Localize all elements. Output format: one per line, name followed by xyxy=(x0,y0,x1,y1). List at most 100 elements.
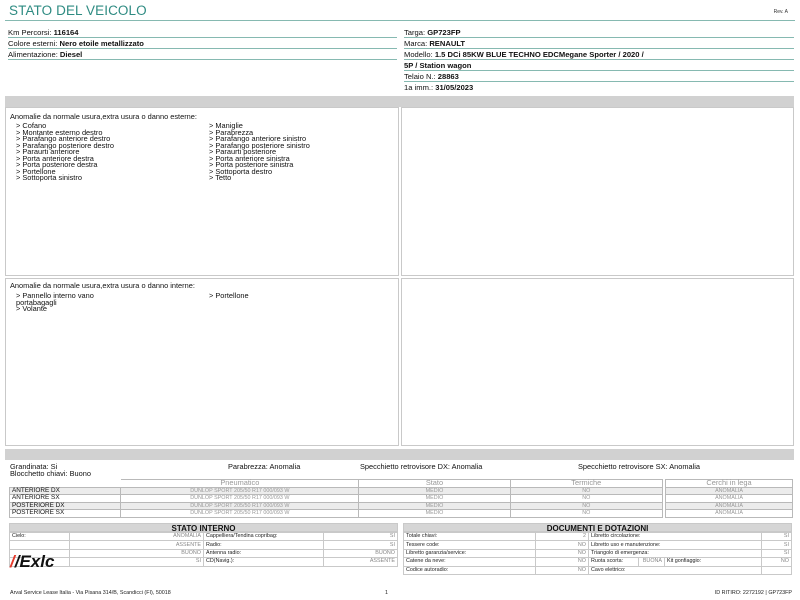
windshield-check: Parabrezza: Anomalia xyxy=(228,462,301,471)
grid-label: Cielo: xyxy=(9,531,70,542)
color-value: Nero etoile metallizzato xyxy=(59,39,144,48)
chassis-label: Telaio N.: xyxy=(404,72,438,81)
table-row: POSTERIORE DX DUNLOP SPORT 205/50 R17 00… xyxy=(8,501,664,511)
rims-header: Cerchi in lega xyxy=(665,479,793,488)
grid-value xyxy=(761,565,792,575)
grid-label: Radio: xyxy=(203,540,324,550)
company-logo: //Exlc xyxy=(10,552,54,572)
rim-state: ANOMALIA xyxy=(665,486,793,496)
grid-value: SI xyxy=(69,557,204,567)
rims-table: Cerchi in lega ANOMALIA ANOMALIA ANOMALI… xyxy=(665,479,793,518)
external-damage-title: Anomalie da normale usura,extra usura o … xyxy=(10,112,197,121)
table-row: Totale chiavi: 2 Libretto circolazione: … xyxy=(403,531,792,542)
table-row: Catene da neve: NO Ruota scorta: BUONA K… xyxy=(403,557,792,567)
grid-label xyxy=(9,540,70,550)
internal-state-title: STATO INTERNO xyxy=(9,523,398,533)
fuel-value: Diesel xyxy=(59,50,83,59)
table-row: ANOMALIA xyxy=(665,494,793,503)
grid-label: Libretto garanzia/service: xyxy=(403,548,536,559)
grid-value: 2 xyxy=(535,531,589,542)
section-band-middle xyxy=(5,449,794,460)
damage-item: > Sottoporta sinistro xyxy=(16,173,82,182)
tyre-thermal: NO xyxy=(509,501,664,511)
logo-text: Exlc xyxy=(19,552,55,571)
grid-value: ASSENTE xyxy=(323,557,398,567)
vehicle-info-right: Targa: GP723FP Marca: RENAULT Modello: 1… xyxy=(404,27,794,93)
tyres-header-thermal: Termiche xyxy=(509,479,664,488)
rim-state: ANOMALIA xyxy=(665,494,793,503)
grid-value: NO xyxy=(535,565,589,575)
color-label: Colore esterni: xyxy=(8,39,60,48)
grid-label: CD(Navig.): xyxy=(203,557,324,567)
internal-damage-col1: > Pannello interno vano portabagagli > V… xyxy=(16,292,94,313)
footer-page-number: 1 xyxy=(385,590,388,596)
table-row: ANOMALIA xyxy=(665,486,793,496)
grid-label: Libretto circolazione: xyxy=(588,531,762,542)
table-row: Cielo: ANOMALIA Cappelliera/Tendina copr… xyxy=(9,531,398,542)
table-row: ANOMALIA xyxy=(665,509,793,518)
tyre-state: MEDIO xyxy=(358,486,511,496)
table-row: ANOMALIA xyxy=(665,501,793,511)
brand-label: Marca: xyxy=(404,39,430,48)
grid-value: ASSENTE xyxy=(69,540,204,550)
internal-state-table: Cielo: ANOMALIA Cappelliera/Tendina copr… xyxy=(9,531,398,567)
tyres-header-state: Stato xyxy=(358,479,511,488)
tyre-model: DUNLOP SPORT 205/50 R17 000/093 W xyxy=(120,486,360,496)
tyres-header-empty xyxy=(8,479,122,488)
grid-value: SI xyxy=(761,548,792,559)
plate-row: Targa: GP723FP xyxy=(404,27,794,38)
tyre-thermal: NO xyxy=(509,509,664,518)
grid-value: NO xyxy=(535,540,589,550)
grid-value: SI xyxy=(761,540,792,550)
fuel-label: Alimentazione: xyxy=(8,50,60,59)
tyre-state: MEDIO xyxy=(358,501,511,511)
tyres-header-row: Pneumatico Stato Termiche xyxy=(8,479,664,488)
brand-value: RENAULT xyxy=(429,39,466,48)
grid-value: NO xyxy=(535,557,589,567)
model-row: Modello: 1.5 DCi 85KW BLUE TECHNO EDCMeg… xyxy=(404,49,794,60)
damage-item: > Tetto xyxy=(209,173,232,182)
registration-value: 31/05/2023 xyxy=(435,83,474,92)
plate-value: GP723FP xyxy=(427,28,461,37)
internal-damage-col2: > Portellone xyxy=(209,292,249,300)
model-value: 1.5 DCi 85KW BLUE TECHNO EDCMegane Sport… xyxy=(434,50,644,59)
external-damage-col1: > Cofano > Montante esterno destro > Par… xyxy=(16,122,114,182)
model-label: Modello: xyxy=(404,50,435,59)
grid-label: Libretto uso e manutenzione: xyxy=(588,540,762,550)
grid-label: Cavo elettrico: xyxy=(588,565,762,575)
section-band-top xyxy=(5,96,794,107)
table-row: POSTERIORE SX DUNLOP SPORT 205/50 R17 00… xyxy=(8,509,664,518)
tyre-model: DUNLOP SPORT 205/50 R17 000/093 W xyxy=(120,509,360,518)
table-row: Libretto garanzia/service: NO Triangolo … xyxy=(403,548,792,559)
header-divider xyxy=(5,20,795,21)
tyre-model: DUNLOP SPORT 205/50 R17 000/093 W xyxy=(120,494,360,503)
page-title: STATO DEL VEICOLO xyxy=(9,3,147,18)
documents-title: DOCUMENTI E DOTAZIONI xyxy=(403,523,792,533)
grid-label: Kit gonfiaggio: xyxy=(664,557,762,567)
external-damage-image-box xyxy=(401,107,794,276)
grid-label: Codice autoradio: xyxy=(403,565,536,575)
key-lock-check: Blocchetto chiavi: Buono xyxy=(10,469,91,478)
table-row: ANTERIORE SX DUNLOP SPORT 205/50 R17 000… xyxy=(8,494,664,503)
grid-label: Tessere code: xyxy=(403,540,536,550)
table-row: ANTERIORE DX DUNLOP SPORT 205/50 R17 000… xyxy=(8,486,664,496)
registration-label: 1a imm.: xyxy=(404,83,436,92)
grid-value: SI xyxy=(323,540,398,550)
grid-label: Catene da neve: xyxy=(403,557,536,567)
internal-damage-image-box xyxy=(401,278,794,446)
grid-value: NO xyxy=(761,557,792,567)
grid-label: Antenna radio: xyxy=(203,548,324,559)
grid-value: BUONA xyxy=(638,557,665,567)
rim-state: ANOMALIA xyxy=(665,501,793,511)
model-row-cont: 5P / Station wagon xyxy=(404,60,794,71)
brand-row: Marca: RENAULT xyxy=(404,38,794,49)
table-row: SI CD(Navig.): ASSENTE xyxy=(9,557,398,567)
damage-item: > Volante xyxy=(16,304,48,313)
table-row: ASSENTE Radio: SI xyxy=(9,540,398,550)
tyre-state: MEDIO xyxy=(358,494,511,503)
revision-label: Rev. A xyxy=(773,9,788,15)
km-row: Km Percorsi: 116164 xyxy=(8,27,397,38)
tyre-state: MEDIO xyxy=(358,509,511,518)
table-row: Codice autoradio: NO Cavo elettrico: xyxy=(403,565,792,575)
external-damage-col2: > Maniglie > Parabrezza > Parafango ante… xyxy=(209,122,310,182)
